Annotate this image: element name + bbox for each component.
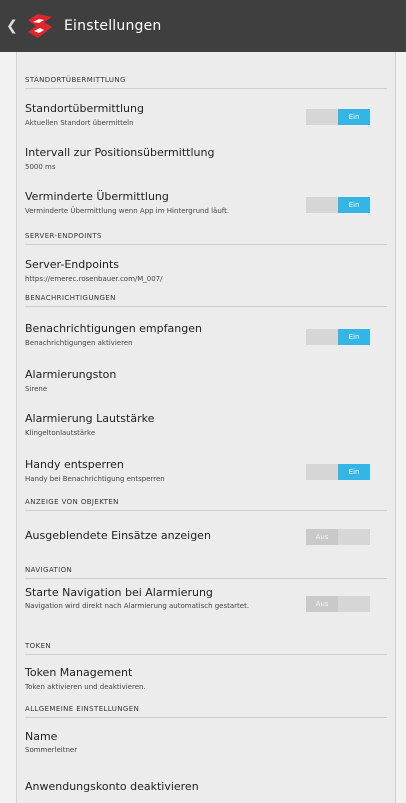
- handy-entsperren-toggle[interactable]: Ein: [306, 464, 370, 480]
- setting-title: Verminderte Übermittlung: [25, 190, 169, 203]
- setting-name[interactable]: Name Sommerleitner: [25, 724, 387, 762]
- setting-ausgeblendete-einsaetze[interactable]: Ausgeblendete Einsätze anzeigen Aus: [25, 514, 387, 558]
- toggle-state: Ein: [338, 197, 370, 213]
- setting-subtitle: Handy bei Benachrichtigung entsperren: [25, 475, 165, 483]
- setting-title: Starte Navigation bei Alarmierung: [25, 586, 213, 599]
- setting-title: Anwendungskonto deaktivieren: [25, 780, 199, 793]
- setting-alarmierung-lautstaerke[interactable]: Alarmierung Lautstärke Klingeltonlautstä…: [25, 402, 387, 440]
- toggle-state: Aus: [306, 529, 338, 545]
- toggle-state: Ein: [338, 109, 370, 125]
- vermindert-toggle[interactable]: Ein: [306, 197, 370, 213]
- setting-standortuebermittlung[interactable]: Standortübermittlung Aktuellen Standort …: [25, 92, 387, 132]
- section-header-benachrichtigungen: BENACHRICHTIGUNGEN: [25, 284, 387, 307]
- setting-title: Ausgeblendete Einsätze anzeigen: [25, 529, 211, 542]
- chevron-left-icon[interactable]: ❮: [6, 18, 20, 34]
- setting-subtitle: Benachrichtigungen aktivieren: [25, 339, 133, 347]
- section-header-token: TOKEN: [25, 632, 387, 655]
- section-header-standort: STANDORTÜBERMITTLUNG: [25, 66, 387, 89]
- setting-title: Benachrichtigungen empfangen: [25, 322, 202, 335]
- setting-title: Intervall zur Positionsübermittlung: [25, 146, 215, 159]
- setting-title: Handy entsperren: [25, 458, 124, 471]
- setting-title: Alarmierungston: [25, 368, 117, 381]
- setting-title: Server-Endpoints: [25, 258, 120, 271]
- setting-subtitle: Sirene: [25, 385, 48, 393]
- setting-subtitle: https://emerec.rosenbauer.com/M_007/: [25, 275, 163, 283]
- setting-handy-entsperren[interactable]: Handy entsperren Handy bei Benachrichtig…: [25, 448, 387, 488]
- section-header-server: SERVER-ENDPOINTS: [25, 222, 387, 245]
- section-header-allgemein: ALLGEMEINE EINSTELLUNGEN: [25, 695, 387, 718]
- setting-intervall[interactable]: Intervall zur Positionsübermittlung 5000…: [25, 136, 387, 174]
- setting-anwendungskonto-deaktivieren[interactable]: Anwendungskonto deaktivieren: [25, 770, 387, 800]
- toggle-state: Ein: [338, 329, 370, 345]
- setting-title: Name: [25, 730, 58, 743]
- setting-title: Alarmierung Lautstärke: [25, 412, 155, 425]
- setting-benachrichtigungen-empfangen[interactable]: Benachrichtigungen empfangen Benachricht…: [25, 312, 387, 352]
- toggle-state: Aus: [306, 596, 338, 612]
- app-logo[interactable]: [22, 8, 58, 44]
- standort-toggle[interactable]: Ein: [306, 109, 370, 125]
- setting-title: Token Management: [25, 666, 133, 679]
- setting-token-management[interactable]: Token Management Token aktivieren und de…: [25, 660, 387, 696]
- setting-subtitle: Klingeltonlautstärke: [25, 429, 96, 437]
- setting-subtitle: Navigation wird direkt nach Alarmierung …: [25, 602, 250, 610]
- section-header-anzeige: ANZEIGE VON OBJEKTEN: [25, 488, 387, 511]
- setting-subtitle: Sommerleitner: [25, 746, 78, 754]
- section-header-navigation: NAVIGATION: [25, 556, 387, 579]
- page-title: Einstellungen: [64, 18, 162, 34]
- benachrichtigungen-toggle[interactable]: Ein: [306, 329, 370, 345]
- action-bar: ❮ Einstellungen: [0, 0, 406, 52]
- setting-title: Standortübermittlung: [25, 102, 144, 115]
- setting-subtitle: Token aktivieren und deaktivieren.: [25, 683, 146, 691]
- ausgeblendete-toggle[interactable]: Aus: [306, 529, 370, 545]
- navigation-toggle[interactable]: Aus: [306, 596, 370, 612]
- setting-alarmierungston[interactable]: Alarmierungston Sirene: [25, 358, 387, 396]
- setting-subtitle: Verminderte Übermittlung wenn App im Hin…: [25, 207, 230, 215]
- setting-subtitle: 5000 ms: [25, 163, 56, 171]
- setting-verminderte-uebermittlung[interactable]: Verminderte Übermittlung Verminderte Übe…: [25, 180, 387, 222]
- setting-subtitle: Aktuellen Standort übermitteln: [25, 119, 134, 127]
- setting-starte-navigation[interactable]: Starte Navigation bei Alarmierung Naviga…: [25, 582, 387, 630]
- setting-server-endpoints[interactable]: Server-Endpoints https://emerec.rosenbau…: [25, 248, 387, 288]
- toggle-state: Ein: [338, 464, 370, 480]
- settings-list: STANDORTÜBERMITTLUNG Standortübermittlun…: [16, 52, 396, 803]
